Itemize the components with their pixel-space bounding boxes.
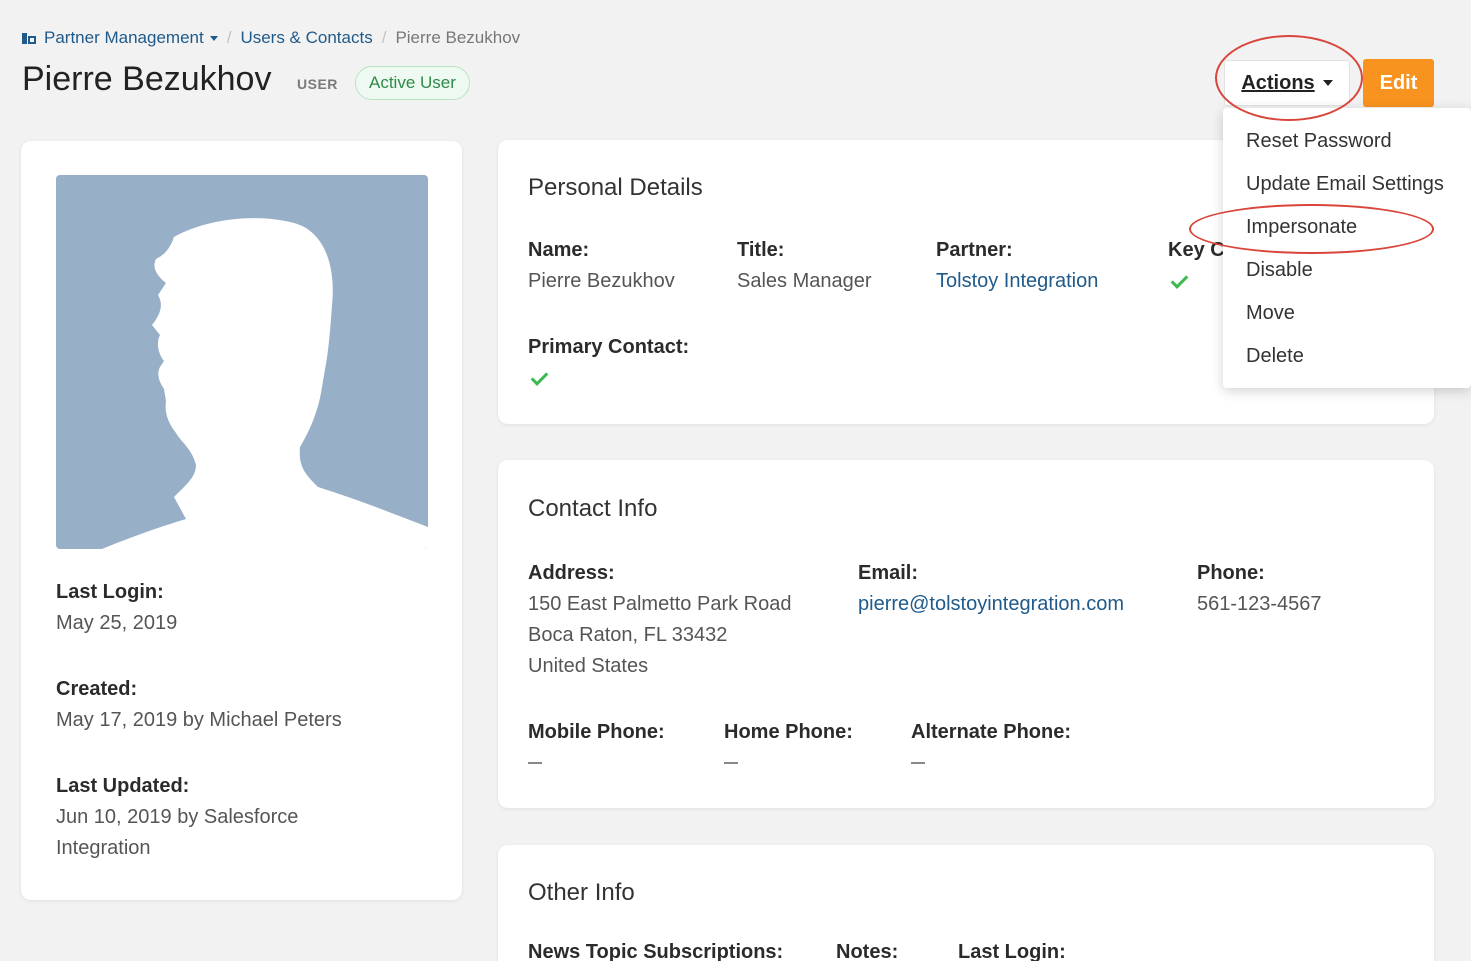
address-line3: United States — [528, 655, 649, 677]
chevron-down-icon[interactable] — [209, 35, 218, 41]
created-label: Created: — [56, 678, 138, 700]
created-value: May 17, 2019 by Michael Peters — [56, 709, 342, 731]
notes-label: Notes: — [836, 941, 899, 961]
title-value: Sales Manager — [737, 270, 872, 292]
home-phone-label: Home Phone: — [724, 721, 853, 743]
email-field: Email: pierre@tolstoyintegration.com — [858, 558, 1124, 620]
avatar — [56, 175, 428, 549]
last-updated-label: Last Updated: — [56, 775, 190, 797]
empty-value-dash — [911, 762, 925, 764]
menu-item-move[interactable]: Move — [1223, 292, 1471, 335]
phone-field: Phone: 561-123-4567 — [1197, 558, 1322, 620]
alternate-phone-label: Alternate Phone: — [911, 721, 1072, 743]
partner-link[interactable]: Tolstoy Integration — [936, 266, 1098, 297]
breadcrumb-users-contacts[interactable]: Users & Contacts — [240, 28, 372, 48]
email-label: Email: — [858, 562, 919, 584]
last-updated-value-line2: Integration — [56, 837, 151, 859]
profile-card: Last Login: May 25, 2019 Created: May 17… — [21, 141, 462, 900]
breadcrumb-separator: / — [226, 28, 232, 47]
address-label: Address: — [528, 562, 615, 584]
other-info-card: Other Info News Topic Subscriptions: Not… — [498, 845, 1434, 961]
menu-item-disable[interactable]: Disable — [1223, 249, 1471, 292]
primary-contact-label: Primary Contact: — [528, 336, 690, 358]
status-badge: Active User — [355, 66, 470, 100]
contact-info-card: Contact Info Address: 150 East Palmetto … — [498, 460, 1434, 808]
empty-value-dash — [724, 762, 738, 764]
breadcrumb-partner-management[interactable]: Partner Management — [22, 28, 218, 48]
email-link[interactable]: pierre@tolstoyintegration.com — [858, 589, 1124, 620]
section-title: Personal Details — [528, 174, 703, 201]
last-login-block: Last Login: May 25, 2019 — [56, 577, 177, 639]
title-label: Title: — [737, 239, 785, 261]
phone-label: Phone: — [1197, 562, 1265, 584]
address-field: Address: 150 East Palmetto Park Road Boc… — [528, 558, 791, 682]
title-field: Title: Sales Manager — [737, 235, 872, 297]
name-label: Name: — [528, 239, 590, 261]
partner-label: Partner: — [936, 239, 1013, 261]
address-line2: Boca Raton, FL 33432 — [528, 624, 728, 646]
building-icon — [22, 32, 36, 44]
actions-dropdown-menu: Reset Password Update Email Settings Imp… — [1223, 108, 1471, 388]
name-value: Pierre Bezukhov — [528, 270, 675, 292]
last-login-value: May 25, 2019 — [56, 612, 178, 634]
edit-button[interactable]: Edit — [1363, 59, 1434, 107]
empty-value-dash — [528, 762, 542, 764]
key-contact-field: Key C — [1168, 235, 1225, 266]
person-silhouette-icon — [102, 218, 428, 549]
menu-item-update-email-settings[interactable]: Update Email Settings — [1223, 163, 1471, 206]
breadcrumb-separator: / — [381, 28, 387, 47]
news-subscriptions-field: News Topic Subscriptions: — [528, 937, 783, 961]
last-updated-block: Last Updated: Jun 10, 2019 by Salesforce… — [56, 771, 298, 864]
primary-contact-field: Primary Contact: — [528, 332, 689, 363]
section-title: Other Info — [528, 879, 635, 906]
chevron-down-icon — [1322, 80, 1333, 86]
check-icon — [530, 368, 549, 386]
role-tag: USER — [297, 76, 338, 92]
check-icon — [1170, 271, 1189, 289]
notes-field: Notes: — [836, 937, 898, 961]
breadcrumb-current: Pierre Bezukhov — [395, 28, 521, 47]
partner-field: Partner: Tolstoy Integration — [936, 235, 1098, 297]
section-title: Contact Info — [528, 495, 658, 522]
news-subscriptions-label: News Topic Subscriptions: — [528, 941, 784, 961]
page-title: Pierre Bezukhov — [22, 60, 272, 98]
other-last-login-field: Last Login: — [958, 937, 1066, 961]
name-field: Name: Pierre Bezukhov — [528, 235, 675, 297]
menu-item-impersonate[interactable]: Impersonate — [1223, 206, 1471, 249]
phone-value: 561-123-4567 — [1197, 593, 1322, 615]
menu-item-delete[interactable]: Delete — [1223, 335, 1471, 378]
last-updated-value-line1: Jun 10, 2019 by Salesforce — [56, 806, 299, 828]
created-block: Created: May 17, 2019 by Michael Peters — [56, 674, 342, 736]
breadcrumb: Partner Management / Users & Contacts / … — [22, 27, 520, 49]
address-line1: 150 East Palmetto Park Road — [528, 593, 792, 615]
key-contact-label: Key C — [1168, 239, 1225, 261]
actions-button[interactable]: Actions — [1224, 60, 1350, 106]
breadcrumb-root-label[interactable]: Partner Management — [44, 28, 204, 48]
menu-item-reset-password[interactable]: Reset Password — [1223, 120, 1471, 163]
actions-button-label: Actions — [1241, 71, 1315, 94]
last-login-label: Last Login: — [56, 581, 164, 603]
mobile-phone-field: Mobile Phone: — [528, 717, 665, 764]
mobile-phone-label: Mobile Phone: — [528, 721, 665, 743]
alternate-phone-field: Alternate Phone: — [911, 717, 1071, 764]
other-last-login-label: Last Login: — [958, 941, 1066, 961]
home-phone-field: Home Phone: — [724, 717, 853, 764]
